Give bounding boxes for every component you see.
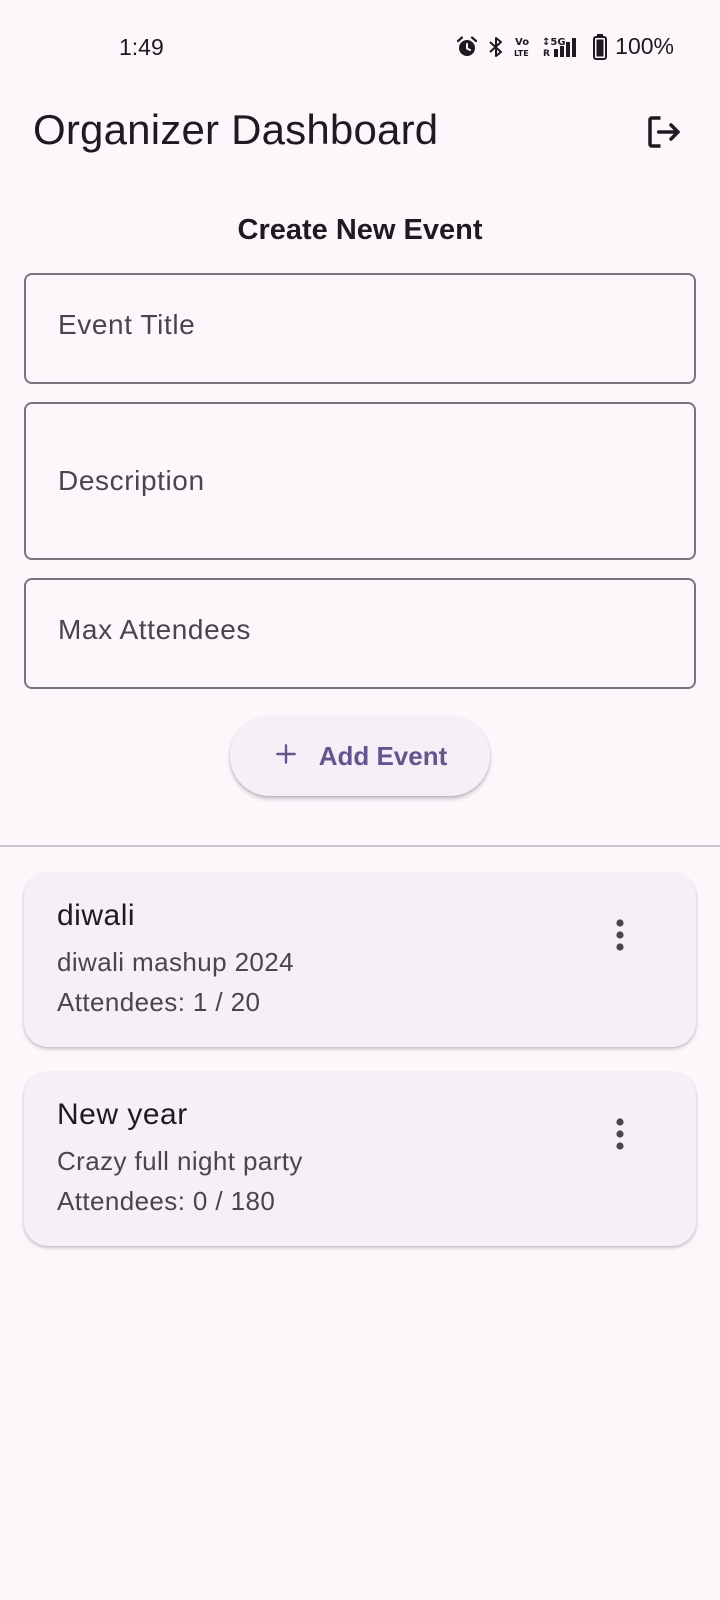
- battery-icon: [593, 33, 608, 60]
- svg-text:LTE: LTE: [514, 49, 529, 58]
- more-vert-icon: [615, 1117, 625, 1156]
- create-event-heading: Create New Event: [237, 214, 483, 246]
- event-card[interactable]: diwali diwali mashup 2024 Attendees: 1 /…: [24, 873, 696, 1047]
- app-bar: Organizer Dashboard: [0, 96, 720, 168]
- event-description: diwali mashup 2024: [57, 947, 295, 977]
- plus-icon: [273, 741, 299, 772]
- signal-5g-icon: ↕5G R: [541, 35, 585, 59]
- description-input[interactable]: Description: [24, 402, 696, 560]
- logout-button[interactable]: [640, 110, 688, 158]
- event-title: New year: [57, 1098, 188, 1131]
- status-bar: 1:49 Vo LTE ↕5G R 100%: [0, 0, 720, 96]
- event-title-placeholder: Event Title: [58, 309, 196, 340]
- more-vert-icon: [615, 918, 625, 957]
- volte-icon: Vo LTE: [513, 35, 533, 59]
- logout-icon: [643, 111, 685, 158]
- divider: [0, 845, 720, 847]
- more-options-button[interactable]: [596, 1112, 644, 1160]
- max-attendees-input[interactable]: Max Attendees: [24, 578, 696, 689]
- alarm-icon: [455, 35, 479, 59]
- add-event-label: Add Event: [318, 740, 448, 771]
- event-card[interactable]: New year Crazy full night party Attendee…: [24, 1072, 696, 1246]
- status-icons: Vo LTE ↕5G R 100%: [455, 33, 674, 60]
- status-time: 1:49: [119, 34, 164, 60]
- svg-text:Vo: Vo: [515, 37, 529, 48]
- svg-text:R: R: [543, 49, 550, 59]
- more-options-button[interactable]: [596, 913, 644, 961]
- event-title: diwali: [57, 899, 136, 932]
- description-placeholder: Description: [58, 465, 205, 496]
- event-description: Crazy full night party: [57, 1146, 303, 1176]
- event-attendees: Attendees: 0 / 180: [57, 1186, 276, 1216]
- event-title-input[interactable]: Event Title: [24, 273, 696, 384]
- page-title: Organizer Dashboard: [33, 106, 439, 153]
- add-event-button[interactable]: Add Event: [230, 716, 490, 796]
- bluetooth-icon: [487, 35, 505, 59]
- max-attendees-placeholder: Max Attendees: [58, 614, 252, 645]
- battery-percentage: 100%: [615, 33, 674, 59]
- event-attendees: Attendees: 1 / 20: [57, 987, 261, 1017]
